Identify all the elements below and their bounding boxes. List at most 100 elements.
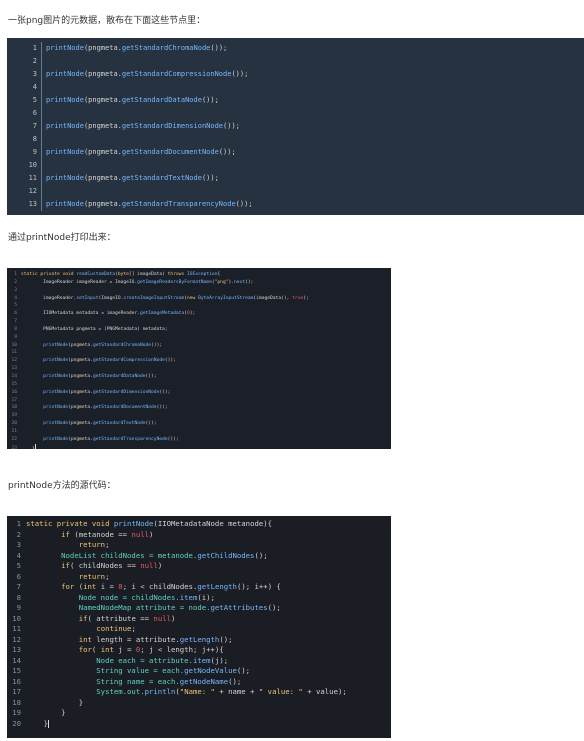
line-number: 3	[7, 68, 42, 81]
code-line: 23 }	[7, 443, 391, 449]
code-line: 14 Node each = attribute.item(j);	[7, 656, 391, 667]
source-intro-paragraph: printNode方法的源代码：	[8, 481, 116, 491]
code-line: 16 String name = each.getNodeName();	[7, 677, 391, 688]
line-number: 4	[7, 81, 42, 94]
code-line: 11 continue;	[7, 624, 391, 635]
code-token: "png"	[214, 279, 229, 285]
code-token: i =	[100, 582, 119, 591]
line-number: 12	[11, 358, 17, 364]
text-cursor	[47, 719, 49, 728]
line-number: 18	[11, 405, 17, 411]
code-line: 12 int length = attribute.getLength();	[7, 635, 391, 646]
line-number: 6	[16, 571, 21, 581]
code-token: (pngmeta.	[83, 122, 122, 130]
line-number: 9	[16, 603, 21, 612]
code-token: getImageMetadata	[139, 311, 185, 317]
code-token: (pngmeta.	[68, 358, 93, 364]
code-token: ();	[267, 603, 281, 612]
code-token: getNodeValue	[184, 666, 237, 675]
code-token: true	[292, 295, 304, 301]
line-number: 14	[12, 655, 21, 665]
code-token: next	[234, 279, 246, 285]
line-number: 11	[7, 172, 42, 185]
code-lines: 1 printNode(pngmeta.getStandardChromaNode…	[7, 38, 584, 211]
code-token: String value = each.	[26, 666, 185, 675]
line-number: 6	[14, 311, 17, 317]
code-token: continue	[96, 624, 132, 633]
code-token: getStandardDocumentNode	[92, 405, 157, 411]
line-number: 16	[12, 676, 21, 686]
line-number: 13	[12, 645, 21, 654]
line-number: 1	[7, 42, 42, 55]
code-token: IOException	[187, 272, 218, 277]
code-token: ;	[105, 571, 110, 581]
code-line: 1 printNode(pngmeta.getStandardChromaNode…	[7, 42, 584, 55]
code-line: 11 printNode(pngmeta.getStandardTextNode(…	[7, 172, 584, 185]
code-token: printNode	[46, 70, 84, 78]
code-token: printNode	[43, 436, 69, 442]
code-screenshot-print-node: 1 static private void printNode(IIOMetada…	[7, 516, 391, 738]
line-number: 2	[16, 529, 21, 539]
code-line: 18 printNode(pngmeta.getStandardDocument…	[7, 404, 391, 412]
line-number: 19	[11, 413, 17, 419]
line-number: 3	[16, 540, 21, 549]
code-token: + value);	[307, 687, 347, 696]
line-number: 7	[14, 319, 17, 325]
code-token: if	[61, 561, 70, 570]
code-line: 5 printNode(pngmeta.getStandardDataNode()…	[7, 94, 584, 107]
line-number: 3	[14, 287, 17, 293]
code-line: 21	[7, 428, 391, 436]
code-token: (pngmeta.	[83, 174, 122, 182]
line-number: 17	[12, 687, 21, 696]
code-token: getLength	[179, 634, 220, 644]
code-token: ();	[219, 634, 233, 644]
code-token: printNode	[43, 421, 69, 427]
code-line: 11	[7, 349, 391, 357]
code-token: getStandardCompressionNode	[121, 70, 232, 78]
code-token: ());	[164, 358, 176, 364]
code-token: ());	[218, 148, 236, 156]
code-token: ());	[151, 342, 163, 348]
code-line: 20 }	[7, 719, 391, 730]
code-token: (pngmeta.	[83, 70, 122, 78]
line-number: 10	[7, 159, 42, 172]
code-token: if	[61, 529, 75, 539]
code-token: ;	[131, 624, 136, 633]
code-token: (pngmeta.	[68, 389, 93, 395]
code-token: getNodeName	[179, 676, 229, 686]
code-token: printNode	[46, 200, 84, 208]
code-line: 8 PNGMetadata pngmeta = (PNGMetadata) me…	[7, 326, 391, 334]
code-line: 17 System.out.println("Name: " + name + …	[7, 687, 391, 698]
code-line: 10 if( attribute == null)	[7, 614, 391, 625]
line-number: 6	[7, 107, 42, 120]
code-line: 4	[7, 81, 584, 94]
code-token: (pngmeta.	[83, 44, 122, 52]
code-line: 10	[7, 159, 584, 172]
code-token: getStandardTextNode	[121, 174, 202, 182]
line-number: 5	[7, 94, 42, 107]
line-number: 8	[7, 133, 42, 146]
line-number: 18	[12, 697, 21, 707]
code-line: 6	[7, 107, 584, 120]
line-number: 2	[14, 279, 17, 285]
code-token: (ImageIO.	[98, 295, 124, 301]
code-token: j =	[118, 645, 136, 654]
code-token: ();	[236, 666, 251, 675]
code-line: 15 String value = each.getNodeValue();	[7, 666, 391, 677]
line-number: 23	[11, 446, 17, 449]
line-number: 17	[11, 397, 17, 403]
code-token: getAttributes	[210, 603, 268, 612]
code-token: getStandardTextNode	[92, 421, 146, 427]
line-number: 5	[14, 303, 17, 309]
line-number: 22	[11, 436, 17, 442]
code-line: 4 NodeList childNodes = metanode.getChil…	[7, 551, 391, 562]
code-token: ());	[235, 200, 253, 208]
code-line: 5 if( childNodes == null)	[7, 561, 391, 572]
code-token: ());	[210, 44, 228, 52]
code-token: [] imageData)	[128, 272, 168, 277]
code-token: "Name: "	[179, 687, 220, 696]
code-token: static private void	[21, 272, 77, 277]
